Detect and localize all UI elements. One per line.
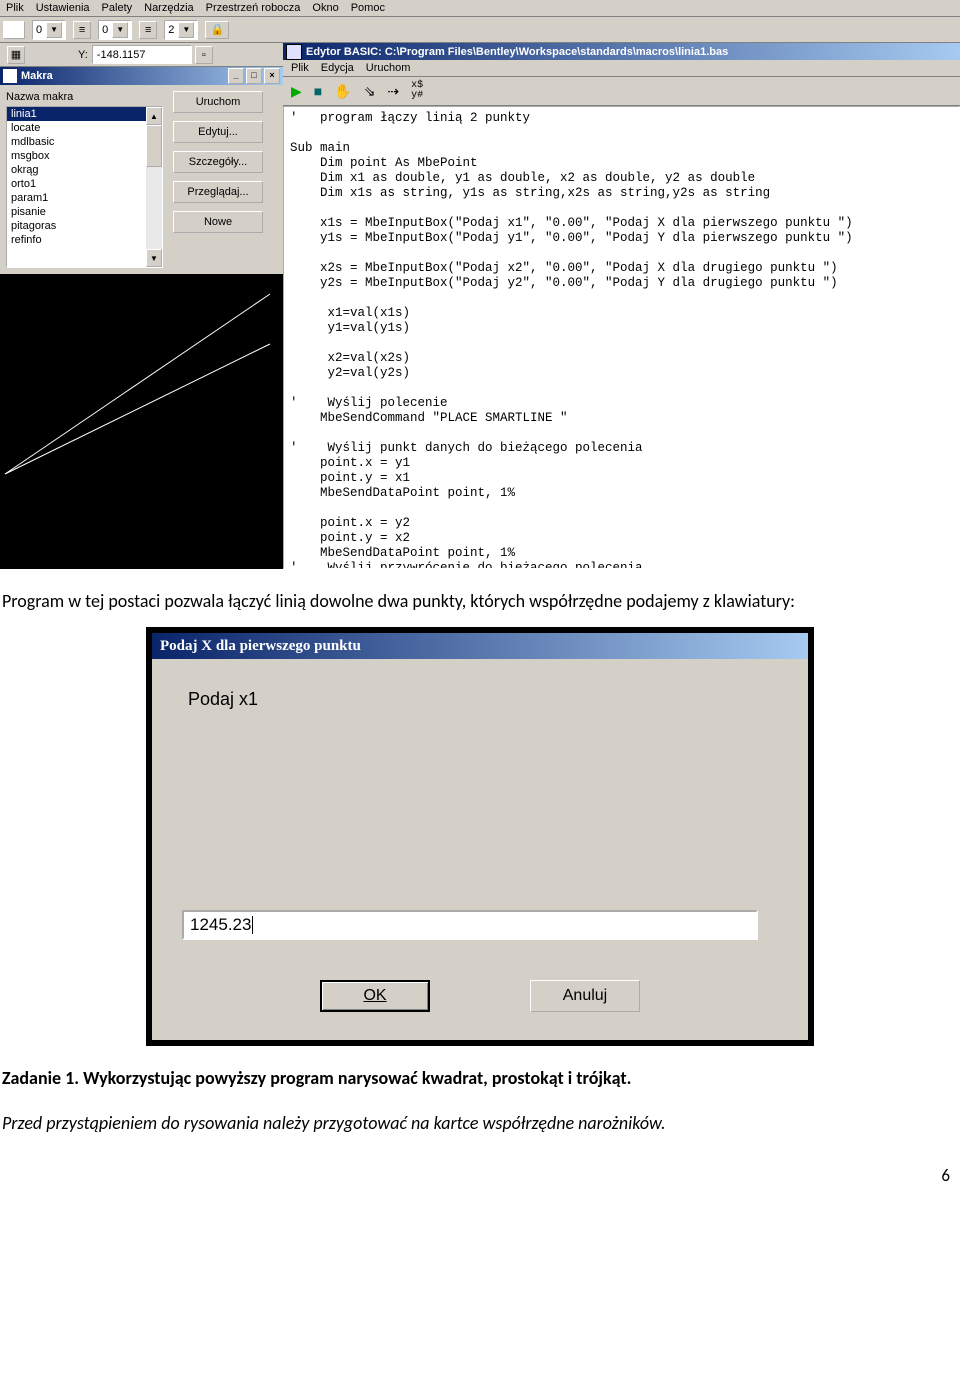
ok-button[interactable]: OK bbox=[320, 980, 430, 1012]
variables-icon[interactable]: x$y# bbox=[411, 81, 423, 101]
coord-icon[interactable]: ▦ bbox=[7, 46, 25, 64]
dialog-input-value: 1245.23 bbox=[190, 915, 251, 935]
lock-icon[interactable]: 🔒 bbox=[205, 21, 229, 39]
list-item[interactable]: refinfo bbox=[7, 233, 162, 247]
lineweight-dropdown[interactable]: 2▼ bbox=[164, 20, 198, 40]
editor-title-text: Edytor BASIC: C:\Program Files\Bentley\W… bbox=[306, 46, 728, 58]
menu-item[interactable]: Edycja bbox=[321, 62, 354, 74]
edit-button[interactable]: Edytuj... bbox=[173, 121, 263, 143]
new-button[interactable]: Nowe bbox=[173, 211, 263, 233]
doc-paragraph-1: Program w tej postaci pozwala łączyć lin… bbox=[2, 589, 958, 613]
list-item[interactable]: orto1 bbox=[7, 177, 162, 191]
left-panel: ▦ Y: -148.1157 ▫ Makra _ □ × bbox=[0, 43, 283, 569]
macros-window: Makra _ □ × Nazwa makra linia1 locat bbox=[0, 67, 283, 274]
dialog-input[interactable]: 1245.23 bbox=[182, 910, 758, 940]
list-item[interactable]: param1 bbox=[7, 191, 162, 205]
menu-item[interactable]: Pomoc bbox=[351, 2, 385, 14]
dialog-prompt: Podaj x1 bbox=[188, 689, 778, 710]
listbox-scrollbar[interactable]: ▲ ▼ bbox=[146, 107, 162, 267]
list-item[interactable]: msgbox bbox=[7, 149, 162, 163]
cancel-button[interactable]: Anuluj bbox=[530, 980, 640, 1012]
text-cursor bbox=[252, 916, 253, 934]
browse-button[interactable]: Przeglądaj... bbox=[173, 181, 263, 203]
main-menubar: Plik Ustawienia Palety Narzędzia Przestr… bbox=[0, 0, 960, 17]
editor-app-icon bbox=[286, 44, 302, 60]
menu-item[interactable]: Palety bbox=[102, 2, 133, 14]
list-item[interactable]: linia1 bbox=[7, 107, 162, 121]
color-swatch-icon[interactable] bbox=[3, 21, 25, 39]
list-item[interactable]: mdlbasic bbox=[7, 135, 162, 149]
coordinate-bar: ▦ Y: -148.1157 ▫ bbox=[0, 43, 283, 67]
dialog-body: Podaj x1 1245.23 OK Anuluj bbox=[152, 659, 808, 1040]
editor-titlebar[interactable]: Edytor BASIC: C:\Program Files\Bentley\W… bbox=[283, 43, 960, 60]
menu-item[interactable]: Ustawienia bbox=[36, 2, 90, 14]
coord-aux-icon[interactable]: ▫ bbox=[195, 46, 213, 64]
macro-listbox[interactable]: linia1 locate mdlbasic msgbox okrąg orto… bbox=[6, 106, 163, 268]
step-in-icon[interactable]: ⇘ bbox=[364, 83, 376, 100]
dialog-titlebar[interactable]: Podaj X dla pierwszego punktu bbox=[152, 633, 808, 659]
page-number: 6 bbox=[0, 1165, 950, 1186]
screenshot-inputbox: Podaj X dla pierwszego punktu Podaj x1 1… bbox=[0, 627, 960, 1046]
menu-item[interactable]: Uruchom bbox=[366, 62, 411, 74]
document-page: Plik Ustawienia Palety Narzędzia Przestr… bbox=[0, 0, 960, 1206]
doc-paragraph-2: Zadanie 1. Wykorzystując powyższy progra… bbox=[2, 1066, 958, 1090]
list-item[interactable]: okrąg bbox=[7, 163, 162, 177]
menu-item[interactable]: Plik bbox=[6, 2, 24, 14]
maximize-button[interactable]: □ bbox=[246, 68, 262, 84]
hand-icon[interactable]: ✋ bbox=[334, 83, 351, 100]
linestyle-icon[interactable]: ≡ bbox=[73, 21, 91, 39]
macros-app-icon bbox=[3, 69, 17, 83]
macros-titlebar[interactable]: Makra _ □ × bbox=[0, 67, 283, 85]
macro-name-label: Nazwa makra bbox=[6, 91, 163, 103]
editor-toolbar: ▶ ■ ✋ ⇘ ⇢ x$y# bbox=[283, 77, 960, 106]
editor-menubar: Plik Edycja Uruchom bbox=[283, 60, 960, 77]
minimize-button[interactable]: _ bbox=[228, 68, 244, 84]
dialog-title-text: Podaj X dla pierwszego punktu bbox=[160, 638, 361, 655]
list-item[interactable]: pitagoras bbox=[7, 219, 162, 233]
list-item[interactable]: locate bbox=[7, 121, 162, 135]
run-icon[interactable]: ▶ bbox=[291, 83, 302, 100]
lineweight-icon[interactable]: ≡ bbox=[139, 21, 157, 39]
close-button[interactable]: × bbox=[264, 68, 280, 84]
coord-y-input[interactable]: -148.1157 bbox=[92, 45, 192, 64]
details-button[interactable]: Szczegóły... bbox=[173, 151, 263, 173]
macros-title-text: Makra bbox=[21, 70, 53, 82]
basic-editor-window: Edytor BASIC: C:\Program Files\Bentley\W… bbox=[283, 43, 960, 569]
drawing-view[interactable] bbox=[0, 274, 283, 498]
step-over-icon[interactable]: ⇢ bbox=[387, 83, 399, 100]
menu-item[interactable]: Narzędzia bbox=[144, 2, 194, 14]
code-editor[interactable]: ' program łączy linią 2 punkty Sub main … bbox=[283, 106, 960, 569]
stop-icon[interactable]: ■ bbox=[314, 83, 322, 99]
linestyle-dropdown[interactable]: 0▼ bbox=[98, 20, 132, 40]
menu-item[interactable]: Plik bbox=[291, 62, 309, 74]
main-toolbar: 0▼ ≡ 0▼ ≡ 2▼ 🔒 bbox=[0, 17, 960, 43]
run-button[interactable]: Uruchom bbox=[173, 91, 263, 113]
coord-y-label: Y: bbox=[78, 49, 88, 61]
doc-paragraph-3: Przed przystąpieniem do rysowania należy… bbox=[2, 1111, 958, 1135]
menu-item[interactable]: Przestrzeń robocza bbox=[206, 2, 301, 14]
scroll-down-button[interactable]: ▼ bbox=[146, 249, 162, 267]
list-item[interactable]: pisanie bbox=[7, 205, 162, 219]
menu-item[interactable]: Okno bbox=[312, 2, 338, 14]
screenshot-microstation: Plik Ustawienia Palety Narzędzia Przestr… bbox=[0, 0, 960, 569]
scroll-thumb[interactable] bbox=[146, 125, 162, 167]
level-dropdown[interactable]: 0▼ bbox=[32, 20, 66, 40]
scroll-up-button[interactable]: ▲ bbox=[146, 107, 162, 125]
